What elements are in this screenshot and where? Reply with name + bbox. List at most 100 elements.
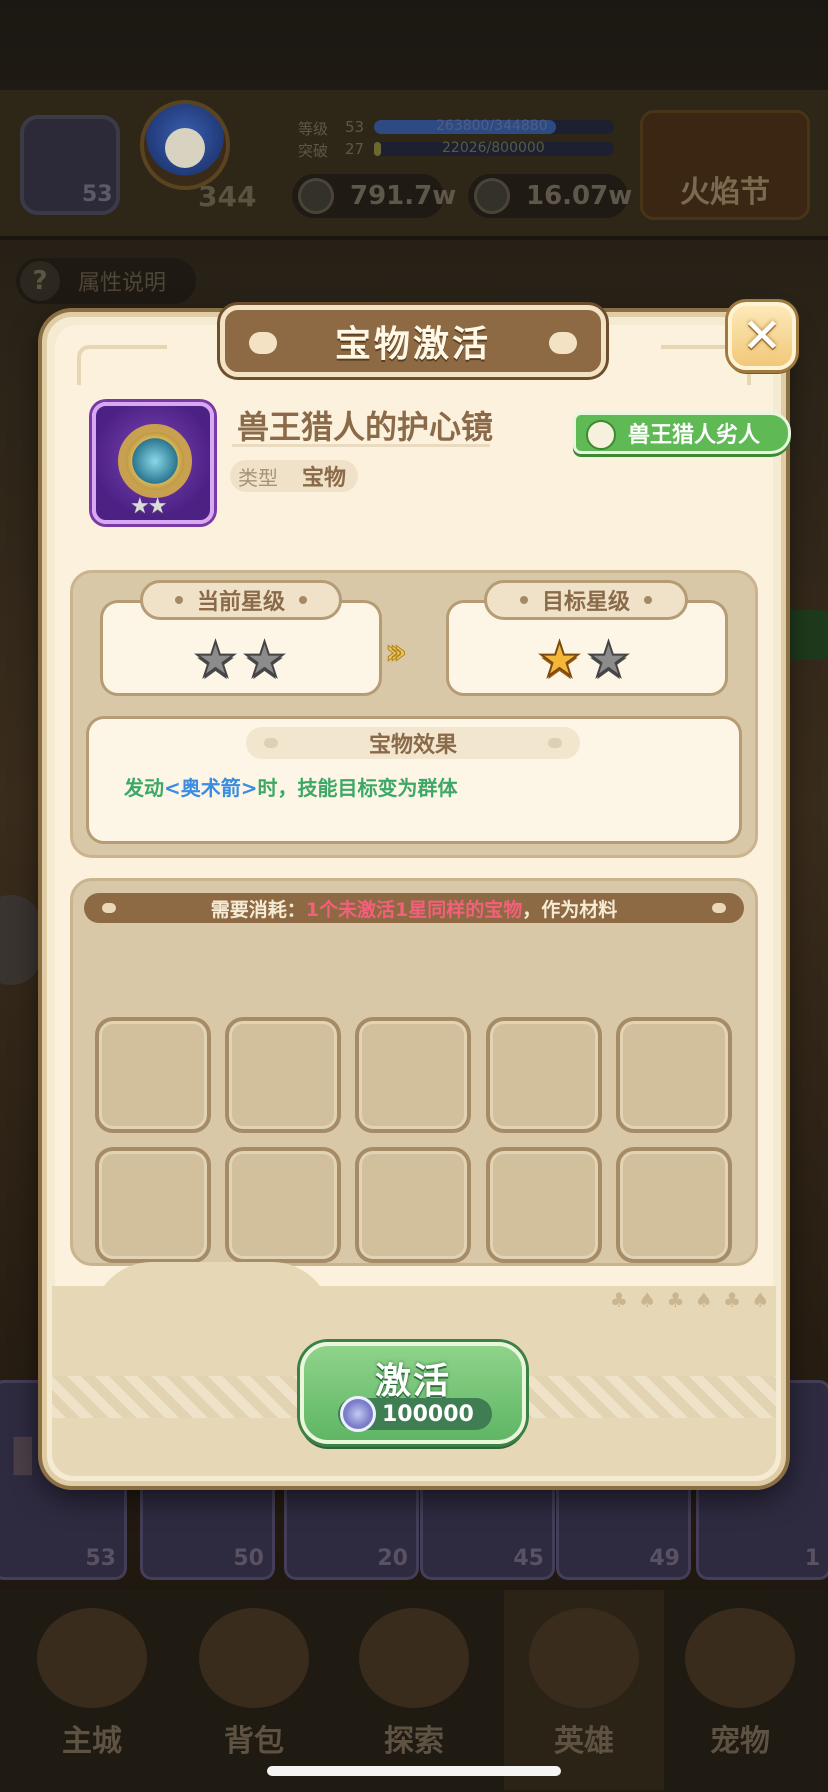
backpack-icon [199,1608,309,1708]
nav-label: 英雄 [554,1724,614,1759]
level-value: 53 [345,118,365,136]
material-slot[interactable] [486,1147,602,1263]
nav-label: 探索 [384,1724,444,1759]
close-icon: ✕ [741,308,783,364]
hill-decoration [92,1262,332,1322]
requirement-highlight: 1个未激活1星同样的宝物 [305,898,523,921]
star-icon: ★ [537,632,582,688]
dot-icon [519,596,528,604]
effect-description: 发动<奥术箭>时，技能目标变为群体 [124,772,458,801]
ornament-icon [102,903,116,913]
material-slot[interactable] [225,1147,341,1263]
level-xp-text: 263800/344880 [436,118,548,134]
effect-header: 宝物效果 [246,727,580,759]
gold-value: 791.7w [350,181,457,211]
attribute-help-button[interactable]: ? 属性说明 [16,258,196,304]
material-slot[interactable] [355,1017,471,1133]
requirement-prefix: 需要消耗： [210,898,306,921]
nav-pet[interactable]: 宠物 [660,1590,820,1790]
target-star-label: 目标星级 [541,590,630,615]
set-emblem-icon [586,420,616,450]
close-button[interactable]: ✕ [728,302,796,370]
materials-requirement: 需要消耗： 1个未激活1星同样的宝物 ，作为材料 [84,893,744,923]
nav-hero[interactable]: 英雄 [504,1590,664,1790]
effect-prefix: 发动 [124,776,164,800]
pet-icon [685,1608,795,1708]
dot-icon [174,596,183,604]
ornament-icon [264,738,278,748]
activate-label: 激活 [374,1361,451,1402]
requirement-suffix: ，作为材料 [522,898,618,921]
hero-card-level: 45 [513,1546,544,1571]
ornament-icon [549,332,577,354]
target-star-header: 目标星级 [484,580,688,620]
hero-face [165,128,205,168]
material-slot[interactable] [95,1147,211,1263]
divider [232,444,490,447]
level-label: 等级 [298,120,329,138]
power-value: 344 [198,180,257,213]
dialog-title: 宝物激活 [334,324,491,365]
mirror-icon [118,424,192,498]
current-star-header: 当前星级 [140,580,342,620]
hero-card-art: ▮ [9,1423,37,1481]
material-slot[interactable] [616,1147,732,1263]
break-value: 27 [345,140,365,158]
star-icon: ★ [193,632,238,688]
gem-value: 16.07w [526,181,633,211]
hero-card-level: 1 [804,1546,820,1571]
star-icon: ★ [586,632,631,688]
event-banner[interactable]: 火焰节 [640,110,810,220]
ornament-icon [548,738,562,748]
hero-level: 53 [82,182,113,207]
skill-name: <奥术箭> [164,776,258,800]
break-label: 突破 [298,142,329,160]
hero-card-level: 53 [85,1546,116,1571]
gold-counter[interactable]: 791.7w [292,174,456,218]
material-slot[interactable] [355,1147,471,1263]
hero-card-level: 50 [233,1546,264,1571]
material-slot[interactable] [486,1017,602,1133]
coin-icon [298,178,334,214]
hero-card-level: 49 [649,1546,680,1571]
treasure-icon[interactable]: ★★ [92,402,214,524]
activation-cost-value: 100000 [382,1401,474,1427]
dot-icon [299,596,307,604]
star-icon: ★ [242,632,287,688]
current-star-label: 当前星级 [196,590,285,615]
attribute-help-label: 属性说明 [78,271,167,296]
nav-label: 背包 [224,1724,284,1759]
gem-counter[interactable]: 16.07w [468,174,632,218]
nav-explore[interactable]: 探索 [334,1590,494,1790]
crystal-icon [474,178,510,214]
material-slot[interactable] [95,1017,211,1133]
hero-card-level: 20 [377,1546,408,1571]
map-icon [359,1608,469,1708]
event-label: 火焰节 [680,175,770,210]
effect-header-label: 宝物效果 [368,733,457,758]
break-xp-text: 22026/800000 [442,140,545,156]
item-star-rating: ★★ [130,494,167,519]
nav-main-city[interactable]: 主城 [12,1590,172,1790]
dialog-title-plate: 宝物激活 [220,305,606,377]
nav-label: 主城 [62,1724,122,1759]
set-tag[interactable]: 兽王猎人劣人 [573,412,791,454]
ornament-icon [249,332,277,354]
set-tag-label: 兽王猎人劣人 [628,423,761,448]
nav-label: 宠物 [710,1724,770,1759]
bottom-nav: 主城 背包 探索 英雄 宠物 [0,1590,828,1792]
material-slot[interactable] [225,1017,341,1133]
home-indicator [267,1766,561,1776]
effect-suffix: 时，技能目标变为群体 [257,776,458,800]
ornament-icon [712,903,726,913]
side-shortcut-button[interactable] [0,895,42,985]
hero-icon [529,1608,639,1708]
arrow-icon: ››› [384,632,407,673]
castle-icon [37,1608,147,1708]
type-value: 宝物 [302,466,347,491]
material-slot[interactable] [616,1017,732,1133]
item-name: 兽王猎人的护心镜 [237,408,494,446]
activation-cost: 100000 [338,1396,492,1432]
nav-backpack[interactable]: 背包 [174,1590,334,1790]
corner-ornament [77,345,167,385]
